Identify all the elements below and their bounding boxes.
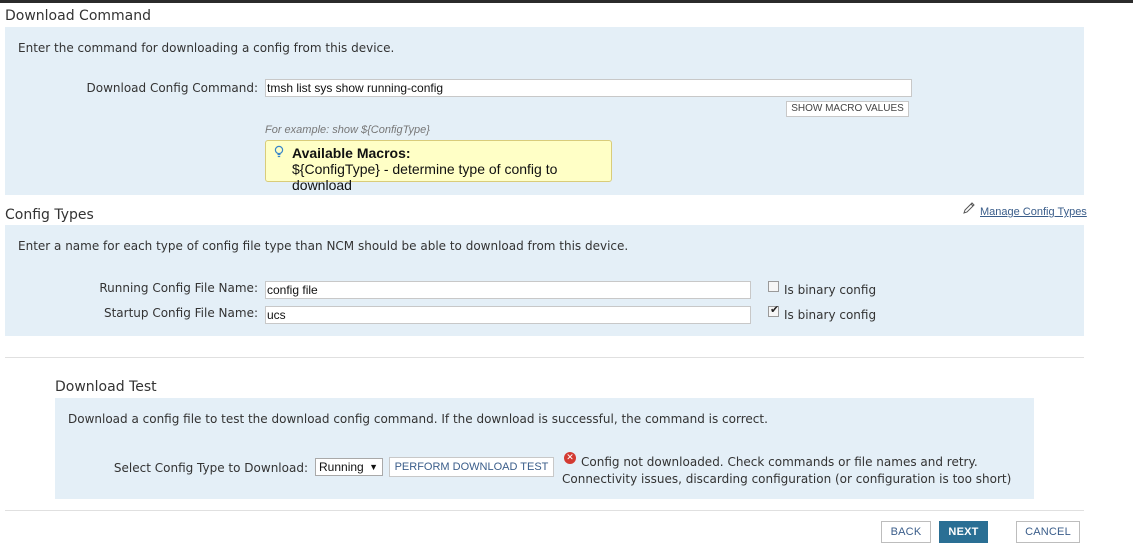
startup-config-file-name-label: Startup Config File Name: [103, 306, 258, 320]
top-border [0, 0, 1133, 3]
error-message-line2: Connectivity issues, discarding configur… [562, 472, 1012, 486]
config-type-select[interactable]: Running ▼ [315, 458, 383, 476]
macros-heading: Available Macros: [292, 145, 411, 161]
download-config-command-label: Download Config Command: [86, 81, 259, 95]
running-config-file-name-input[interactable]: config file [265, 281, 751, 299]
running-config-file-name-label: Running Config File Name: [99, 281, 258, 295]
manage-config-types-link[interactable]: Manage Config Types [980, 206, 1087, 218]
back-button[interactable]: BACK [881, 521, 931, 543]
error-icon: ✕ [564, 452, 576, 464]
startup-binary-checkbox[interactable]: ✔ [768, 303, 780, 317]
example-text: For example: show ${ConfigType} [265, 124, 430, 136]
startup-config-file-name-input[interactable]: ucs [265, 306, 751, 324]
config-types-title: Config Types [5, 207, 94, 223]
download-command-panel: Enter the command for downloading a conf… [5, 27, 1084, 195]
cancel-button[interactable]: CANCEL [1016, 521, 1080, 543]
lightbulb-icon [273, 145, 285, 159]
show-macro-values-button[interactable]: SHOW MACRO VALUES [786, 101, 909, 117]
startup-binary-label: Is binary config [784, 308, 877, 322]
config-type-select-value: Running [319, 460, 364, 474]
download-test-panel: Download a config file to test the downl… [55, 398, 1034, 499]
download-command-description: Enter the command for downloading a conf… [18, 41, 395, 55]
footer-divider [5, 510, 1084, 511]
running-binary-label: Is binary config [784, 283, 877, 297]
config-types-description: Enter a name for each type of config fil… [18, 239, 629, 253]
pencil-icon[interactable] [962, 201, 976, 215]
download-config-command-input[interactable]: tmsh list sys show running-config [265, 79, 912, 97]
download-command-title: Download Command [5, 8, 151, 24]
running-binary-checkbox[interactable] [768, 281, 779, 292]
macro-item: ${ConfigType} - determine type of config… [292, 161, 558, 193]
download-test-description: Download a config file to test the downl… [68, 412, 768, 426]
select-config-type-label: Select Config Type to Download: [113, 461, 308, 475]
available-macros-box: Available Macros: ${ConfigType} - determ… [265, 140, 612, 193]
download-test-title: Download Test [55, 379, 157, 395]
section-divider [5, 357, 1084, 358]
next-button[interactable]: NEXT [939, 521, 988, 543]
config-types-panel: Enter a name for each type of config fil… [5, 225, 1084, 336]
checkmark-icon: ✔ [770, 303, 780, 316]
perform-download-test-button[interactable]: PERFORM DOWNLOAD TEST [389, 457, 554, 477]
chevron-down-icon: ▼ [369, 462, 378, 472]
error-message-line1: Config not downloaded. Check commands or… [581, 455, 978, 469]
